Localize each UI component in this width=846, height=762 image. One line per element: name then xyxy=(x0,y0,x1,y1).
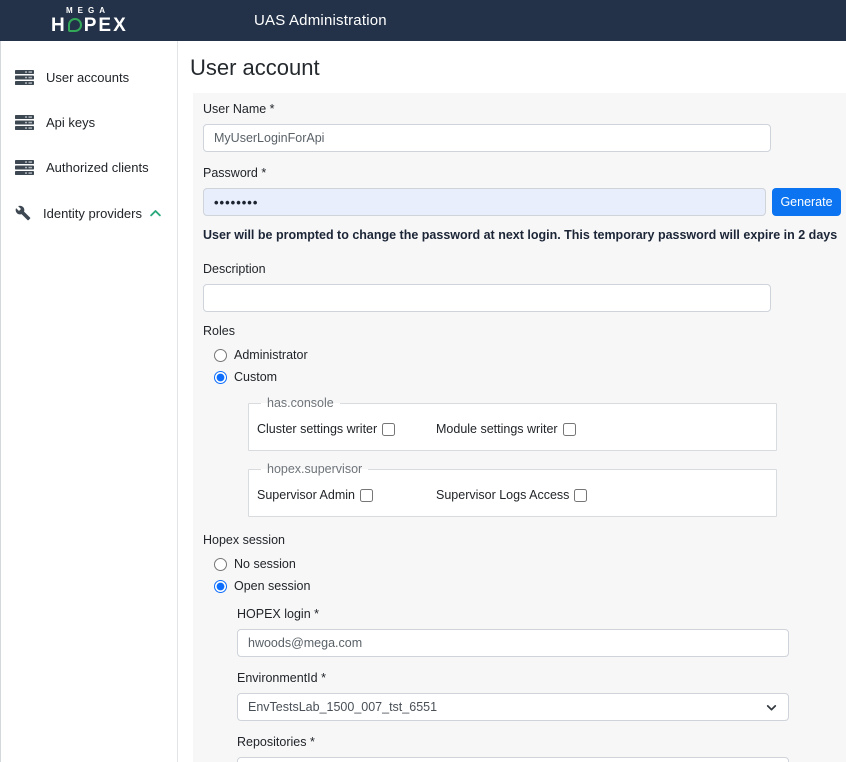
environmentid-label: EnvironmentId * xyxy=(237,671,846,685)
description-input[interactable] xyxy=(203,284,771,312)
password-expiry-notice: User will be prompted to change the pass… xyxy=(203,228,846,242)
hopex-supervisor-group: hopex.supervisor Supervisor Admin Superv… xyxy=(248,462,777,517)
sidebar-item-label: Identity providers xyxy=(43,206,142,221)
open-session-radio[interactable] xyxy=(214,580,227,593)
sidebar-item-label: Api keys xyxy=(46,115,95,130)
session-option-no-session: No session xyxy=(214,555,846,573)
mega-hopex-logo: MEGA HPEX xyxy=(51,7,151,35)
session-option-open-session: Open session xyxy=(214,577,846,595)
hopex-login-label: HOPEX login * xyxy=(237,607,846,621)
logo-mega-text: MEGA xyxy=(66,7,151,15)
open-session-fields: HOPEX login * EnvironmentId * EnvTestsLa… xyxy=(237,607,846,762)
checkbox-row: Supervisor Admin Supervisor Logs Access xyxy=(257,488,768,502)
radio-label: Administrator xyxy=(234,348,308,362)
checkbox-label: Supervisor Logs Access xyxy=(436,488,569,502)
supervisor-logs-access-checkbox[interactable] xyxy=(574,489,587,502)
password-input[interactable] xyxy=(203,188,766,216)
supervisor-admin-option: Supervisor Admin xyxy=(257,488,436,502)
checkbox-row: Cluster settings writer Module settings … xyxy=(257,422,768,436)
sidebar: User accounts Api keys xyxy=(0,41,178,762)
sidebar-item-label: User accounts xyxy=(46,70,129,85)
hopex-o-icon xyxy=(68,18,82,32)
repositories-label: Repositories * xyxy=(237,735,846,749)
chevron-down-icon xyxy=(765,701,778,714)
role-option-custom: Custom xyxy=(214,368,846,386)
page-title: User account xyxy=(190,55,846,81)
checkbox-label: Cluster settings writer xyxy=(257,422,377,436)
logo-hopex-text: HPEX xyxy=(51,16,151,35)
radio-label: Open session xyxy=(234,579,310,593)
roles-label: Roles xyxy=(203,324,846,338)
server-icon xyxy=(15,160,34,175)
user-account-form: User Name * Password * Generate User wil… xyxy=(193,93,846,762)
cluster-settings-writer-checkbox[interactable] xyxy=(382,423,395,436)
supervisor-logs-access-option: Supervisor Logs Access xyxy=(436,488,615,502)
hopex-login-input[interactable] xyxy=(237,629,789,657)
checkbox-label: Module settings writer xyxy=(436,422,558,436)
server-icon xyxy=(15,115,34,130)
hopex-session-label: Hopex session xyxy=(203,533,846,547)
module-settings-writer-checkbox[interactable] xyxy=(563,423,576,436)
sidebar-item-authorized-clients[interactable]: Authorized clients xyxy=(1,145,177,190)
repositories-select[interactable]: DEMO xyxy=(237,757,789,762)
chevron-up-icon xyxy=(148,206,163,221)
role-option-administrator: Administrator xyxy=(214,346,846,364)
has-console-legend: has.console xyxy=(261,396,340,410)
wrench-icon xyxy=(15,205,31,221)
checkbox-label: Supervisor Admin xyxy=(257,488,355,502)
select-value: EnvTestsLab_1500_007_tst_6551 xyxy=(248,700,437,714)
radio-label: Custom xyxy=(234,370,277,384)
custom-radio[interactable] xyxy=(214,371,227,384)
generate-password-button[interactable]: Generate xyxy=(772,188,841,216)
user-name-input[interactable] xyxy=(203,124,771,152)
password-label: Password * xyxy=(203,166,846,180)
password-row: Generate xyxy=(203,188,846,216)
environmentid-select[interactable]: EnvTestsLab_1500_007_tst_6551 xyxy=(237,693,789,721)
module-settings-writer-option: Module settings writer xyxy=(436,422,615,436)
supervisor-admin-checkbox[interactable] xyxy=(360,489,373,502)
no-session-radio[interactable] xyxy=(214,558,227,571)
app-title: UAS Administration xyxy=(254,12,387,29)
user-name-label: User Name * xyxy=(203,102,846,116)
has-console-group: has.console Cluster settings writer Modu… xyxy=(248,396,777,451)
cluster-settings-writer-option: Cluster settings writer xyxy=(257,422,436,436)
radio-label: No session xyxy=(234,557,296,571)
hopex-supervisor-legend: hopex.supervisor xyxy=(261,462,368,476)
administrator-radio[interactable] xyxy=(214,349,227,362)
sidebar-item-user-accounts[interactable]: User accounts xyxy=(1,55,177,100)
app-header: MEGA HPEX UAS Administration xyxy=(0,0,846,41)
sidebar-item-label: Authorized clients xyxy=(46,160,149,175)
server-icon xyxy=(15,70,34,85)
description-label: Description xyxy=(203,262,846,276)
main-content: User account User Name * Password * Gene… xyxy=(178,41,846,762)
sidebar-item-identity-providers[interactable]: Identity providers xyxy=(1,190,177,236)
sidebar-item-api-keys[interactable]: Api keys xyxy=(1,100,177,145)
